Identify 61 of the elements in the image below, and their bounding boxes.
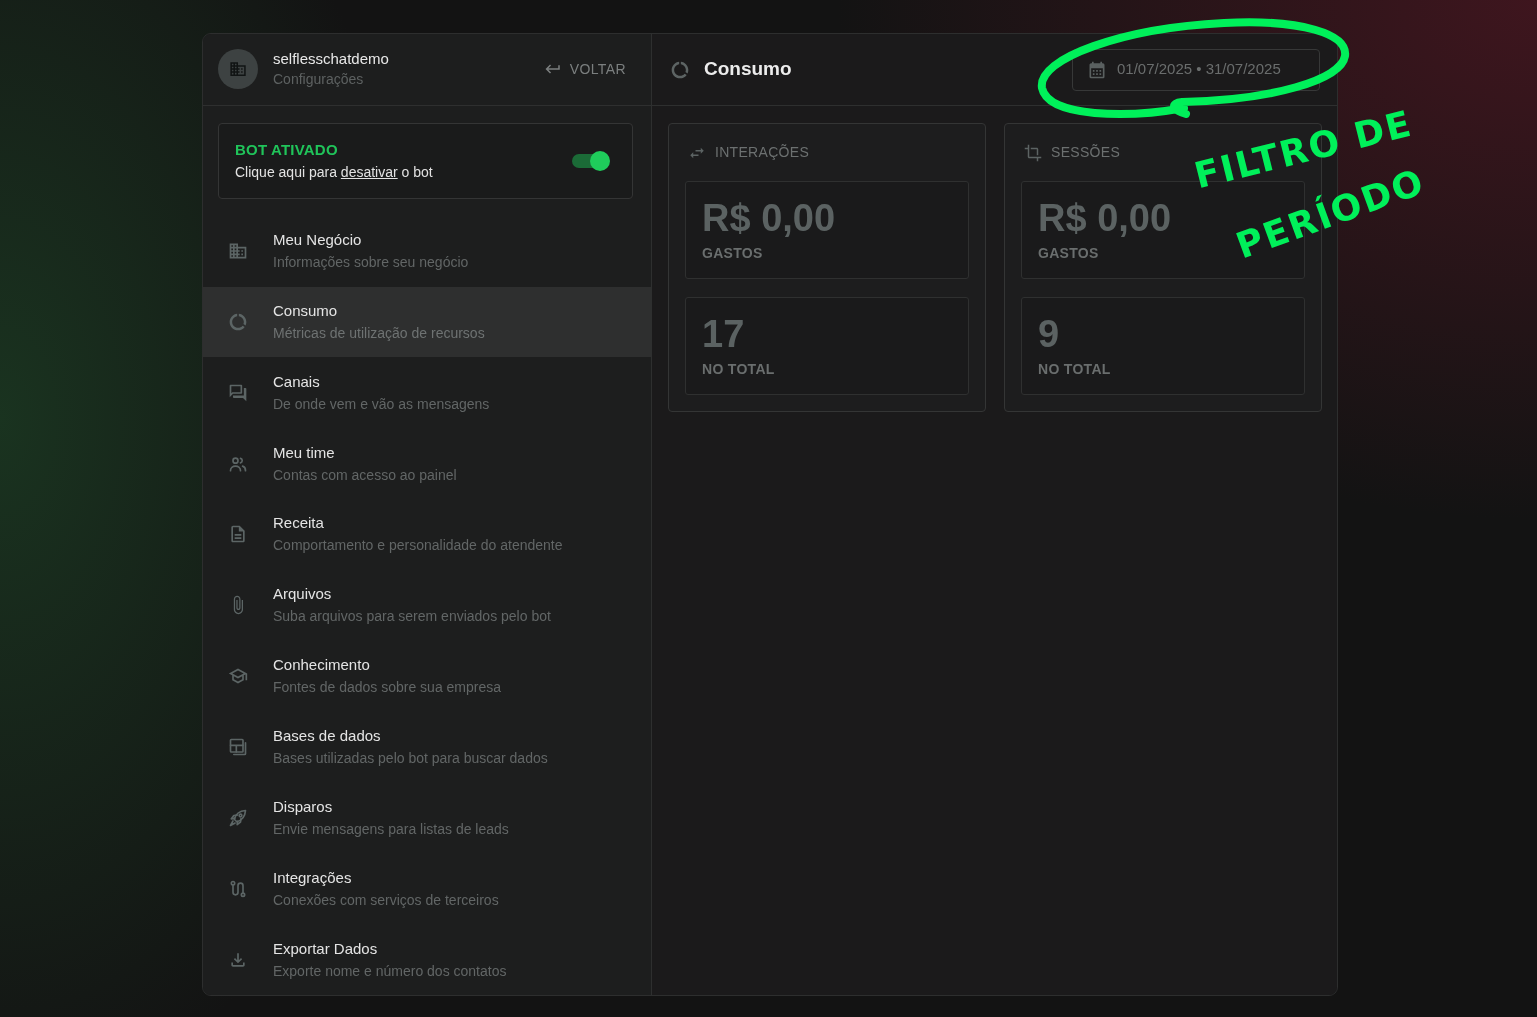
item-subtitle: Contas com acesso ao painel — [273, 465, 457, 485]
bot-status-title: BOT ATIVADO — [235, 139, 339, 160]
calendar-icon — [1087, 59, 1107, 80]
item-subtitle: De onde vem e vão as mensagens — [273, 394, 490, 414]
document-icon — [228, 524, 248, 545]
item-title: Bases de dados — [273, 726, 382, 746]
item-subtitle: Exporte nome e número dos contatos — [273, 961, 507, 981]
item-subtitle: Conexões com serviços de terceiros — [273, 890, 499, 910]
ring-chart-icon — [670, 59, 690, 80]
layout-icon — [228, 737, 248, 757]
ring-chart-icon — [228, 311, 248, 332]
item-title: Meu time — [273, 442, 336, 463]
account-subtitle: Configurações — [273, 70, 365, 90]
back-button[interactable]: VOLTAR — [543, 54, 626, 84]
sidebar-item[interactable]: Canais De onde vem e vão as mensagens — [203, 357, 651, 429]
sidebar-item[interactable]: Exportar Dados Exporte nome e número dos contatos — [203, 924, 651, 995]
item-subtitle: Envie mensagens para listas de leads — [273, 819, 509, 839]
metric-value: 17 — [702, 312, 746, 356]
card-title: SESSÕES — [1051, 143, 1121, 162]
item-title: Meu Negócio — [273, 230, 363, 251]
sidebar-item[interactable]: Arquivos Suba arquivos para serem enviados pelo bot — [203, 569, 651, 641]
item-title: Integrações — [273, 867, 353, 888]
item-title: Consumo — [273, 300, 339, 321]
building-avatar-icon — [218, 49, 258, 90]
sidebar-item[interactable]: Bases de dados Bases utilizadas pelo bot para buscar dados — [203, 711, 651, 783]
deactivate-link[interactable]: desativar — [340, 163, 398, 180]
sidebar-item[interactable]: Disparos Envie mensagens para listas de leads — [203, 782, 651, 854]
item-subtitle: Informações sobre seu negócio — [273, 253, 469, 273]
item-title: Exportar Dados — [273, 938, 379, 959]
metric-label: GASTOS — [702, 244, 764, 262]
sidebar-item[interactable]: Meu time Contas com acesso ao painel — [203, 428, 651, 500]
sidebar-item[interactable]: Integrações Conexões com serviços de terceiros — [203, 853, 651, 925]
sidebar-item[interactable]: Meu Negócio Informações sobre seu negócio — [203, 215, 651, 287]
item-subtitle: Fontes de dados sobre sua empresa — [273, 678, 502, 698]
toggle-switch[interactable] — [572, 149, 610, 172]
item-subtitle: Bases utilizadas pelo bot para buscar dados — [273, 749, 548, 768]
sidebar-item[interactable]: Consumo Métricas de utilização de recursos — [203, 286, 651, 358]
chat-bubbles-icon — [228, 382, 248, 403]
item-title: Receita — [273, 513, 325, 534]
item-subtitle: Suba arquivos para serem enviados pelo bot — [273, 607, 551, 627]
metric-label: GASTOS — [1038, 244, 1100, 262]
metric-value: R$ 0,00 — [702, 196, 837, 240]
item-subtitle: Comportamento e personalidade do atendente — [273, 536, 563, 556]
sidebar-item[interactable]: Receita Comportamento e personalidade do atendente — [203, 499, 651, 570]
route-icon — [228, 878, 248, 899]
item-title: Arquivos — [273, 584, 333, 605]
sidebar-item[interactable]: Conhecimento Fontes de dados sobre sua empresa — [203, 640, 651, 712]
card-title: INTERAÇÕES — [715, 143, 809, 162]
item-subtitle: Métricas de utilização de recursos — [273, 323, 485, 343]
metric-value: 9 — [1038, 312, 1061, 356]
building-icon — [228, 241, 248, 262]
item-title: Conhecimento — [273, 655, 371, 676]
account-name: selflesschatdemo — [273, 49, 389, 70]
metric-label: NO TOTAL — [1038, 360, 1112, 378]
item-title: Canais — [273, 371, 321, 392]
crop-icon — [1024, 143, 1042, 162]
item-title: Disparos — [273, 796, 334, 817]
page-title: Consumo — [704, 58, 792, 81]
bot-status-description: Clique aqui para desativar o bot — [235, 162, 433, 182]
rocket-icon — [228, 807, 248, 828]
metric-label: NO TOTAL — [702, 360, 776, 378]
